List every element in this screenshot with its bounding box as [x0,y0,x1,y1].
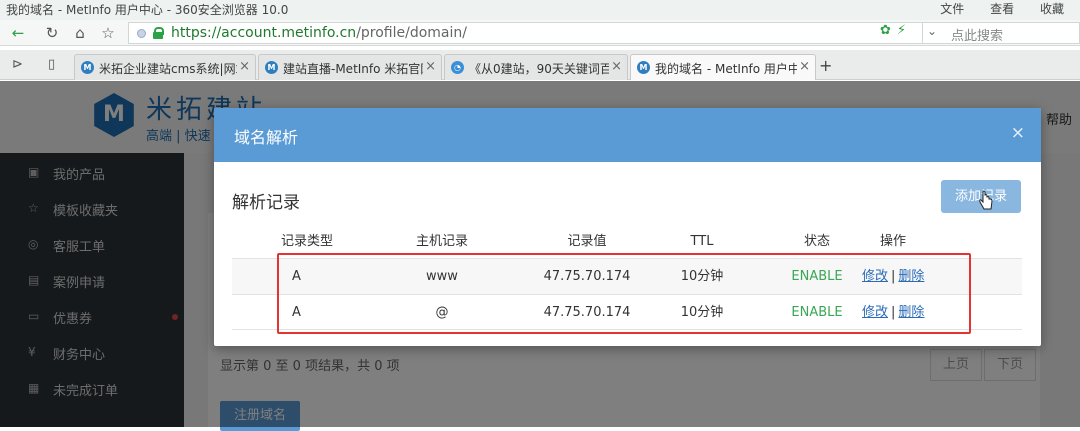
address-bar: ← ↻ ⌂ ☆ https://account.metinfo.cn/profi… [0,20,1080,46]
tab-seo-article[interactable]: ◔ 《从0建站，90天关键词百度 × [444,54,628,80]
sidebar-toggle-icon[interactable]: ⊳ [12,57,23,72]
modal-title: 域名解析 [234,128,299,147]
tab-label: 我的域名 - MetInfo 用户中心 [655,62,797,76]
url-path: /profile/domain/ [356,25,467,41]
section-title: 解析记录 [232,193,300,213]
tab-my-domain[interactable]: M 我的域名 - MetInfo 用户中心 × [630,54,816,80]
close-tab-icon[interactable]: × [239,59,250,74]
close-tab-icon[interactable]: × [611,59,622,74]
url-actions: ✿ ⚡ [880,23,906,38]
col-record-type: 记录类型 [280,234,333,249]
close-tab-icon[interactable]: × [799,59,810,74]
metinfo-favicon-icon: M [637,61,650,74]
bolt-icon[interactable]: ⚡ [897,23,906,38]
search-placeholder: 点此搜索 [951,29,1004,44]
window-menu: 文件 查看 收藏 [918,0,1064,17]
hand-cursor-icon [979,190,993,210]
url-host: https://account.metinfo.cn [171,25,357,41]
metinfo-favicon-icon: M [265,61,278,74]
lock-icon [153,27,164,39]
star-icon[interactable]: ☆ [98,23,118,43]
window-title: 我的域名 - MetInfo 用户中心 - 360安全浏览器 10.0 [6,3,289,17]
url-field[interactable]: https://account.metinfo.cn/profile/domai… [128,22,940,44]
modal-header: 域名解析 × [214,108,1041,162]
close-tab-icon[interactable]: × [425,59,436,74]
col-state: 状态 [803,234,830,249]
home-icon[interactable]: ⌂ [70,23,90,43]
url-text[interactable]: https://account.metinfo.cn/profile/domai… [171,25,467,41]
records-table-header: 记录类型 主机记录 记录值 TTL 状态 操作 [232,230,1022,254]
chevron-down-icon[interactable]: ⌄ [927,24,937,38]
tab-label: 建站直播-MetInfo 米拓官网 [283,62,423,76]
tab-metinfo-cms[interactable]: M 米拓企业建站cms系统|网站模板| × [74,54,256,80]
gear-icon[interactable]: ✿ [880,23,891,38]
back-arrow-icon[interactable]: ← [8,23,28,43]
tab-list-icon[interactable]: ▯ [48,57,55,72]
menu-view[interactable]: 查看 [990,2,1014,16]
tab-live[interactable]: M 建站直播-MetInfo 米拓官网 × [258,54,442,80]
col-host: 主机记录 [415,234,468,249]
search-field[interactable]: ⌄ 点此搜索 [922,22,1080,44]
refresh-icon[interactable]: ↻ [42,23,62,43]
menu-favorites[interactable]: 收藏 [1040,2,1064,16]
col-ops: 操作 [880,234,907,249]
article-favicon-icon: ◔ [451,61,464,74]
metinfo-favicon-icon: M [81,61,94,74]
window-titlebar: 我的域名 - MetInfo 用户中心 - 360安全浏览器 10.0 文件 查… [0,0,1080,20]
tab-label: 《从0建站，90天关键词百度 [469,62,609,76]
site-info-icon[interactable] [137,29,146,38]
new-tab-icon[interactable]: + [819,56,832,75]
tab-label: 米拓企业建站cms系统|网站模板| [99,62,237,76]
col-ttl: TTL [690,234,714,249]
highlight-box [277,253,971,334]
tab-bar: ⊳ ▯ M 米拓企业建站cms系统|网站模板| × M 建站直播-MetInfo… [0,50,1080,80]
col-value: 记录值 [567,234,607,249]
menu-file[interactable]: 文件 [940,2,964,16]
close-icon[interactable]: × [1011,123,1025,143]
